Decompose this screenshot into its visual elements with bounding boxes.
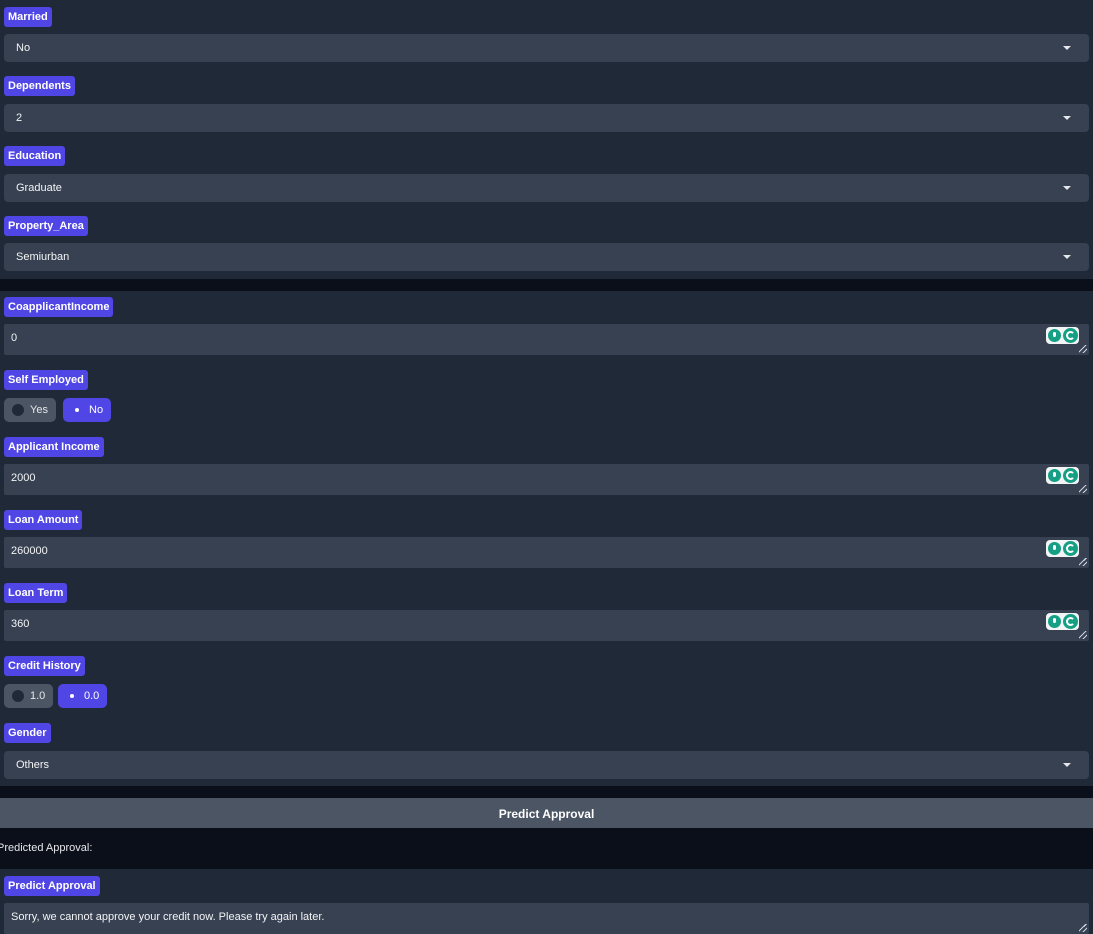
- radio-unchecked-icon: [12, 690, 24, 702]
- coapplicant-income-input[interactable]: 0: [4, 324, 1089, 355]
- predicted-approval-caption: Predicted Approval:: [0, 842, 93, 854]
- chevron-down-icon: [1063, 46, 1071, 50]
- radio-checked-icon: [66, 690, 78, 702]
- grammarly-g-icon: [1063, 614, 1078, 629]
- output-label: Predict Approval: [4, 876, 100, 896]
- education-value: Graduate: [16, 182, 62, 194]
- radio-checked-icon: [71, 404, 83, 416]
- chevron-down-icon: [1063, 763, 1071, 767]
- dependents-label: Dependents: [4, 76, 75, 96]
- property-area-value: Semiurban: [16, 251, 70, 263]
- applicant-income-input[interactable]: 2000: [4, 464, 1089, 495]
- grammarly-icon[interactable]: [1046, 327, 1079, 344]
- loan-amount-input[interactable]: 260000: [4, 537, 1089, 568]
- grammarly-icon[interactable]: [1046, 613, 1079, 630]
- grammarly-icon[interactable]: [1046, 467, 1079, 484]
- grammarly-g-icon: [1063, 541, 1078, 556]
- grammarly-g-icon: [1063, 328, 1078, 343]
- chevron-down-icon: [1063, 116, 1071, 120]
- coapplicant-income-value: 0: [11, 332, 18, 344]
- resize-handle-icon[interactable]: [1079, 345, 1087, 353]
- resize-handle-icon[interactable]: [1079, 631, 1087, 639]
- dependents-value: 2: [16, 112, 23, 124]
- applicant-income-label: Applicant Income: [4, 437, 104, 457]
- credit-history-1-label: 1.0: [30, 690, 46, 702]
- loan-term-value: 360: [11, 618, 30, 630]
- chevron-down-icon: [1063, 255, 1071, 259]
- output-value: Sorry, we cannot approve your credit now…: [11, 911, 325, 923]
- lightbulb-icon: [1048, 329, 1061, 342]
- radio-unchecked-icon: [12, 404, 24, 416]
- applicant-income-value: 2000: [11, 472, 36, 484]
- grammarly-icon[interactable]: [1046, 540, 1079, 557]
- loan-amount-label: Loan Amount: [4, 510, 83, 530]
- self-employed-no-label: No: [89, 404, 104, 416]
- gender-value: Others: [16, 759, 50, 771]
- output-panel: Predict Approval Sorry, we cannot approv…: [0, 869, 1093, 934]
- dependents-dropdown[interactable]: 2: [4, 104, 1089, 132]
- gender-dropdown[interactable]: Others: [4, 751, 1089, 779]
- married-dropdown[interactable]: No: [4, 34, 1089, 62]
- self-employed-label: Self Employed: [4, 370, 88, 390]
- lightbulb-icon: [1048, 469, 1061, 482]
- predict-approval-button[interactable]: Predict Approval: [0, 798, 1093, 828]
- gender-label: Gender: [4, 723, 51, 743]
- loan-term-label: Loan Term: [4, 583, 68, 603]
- categorical-panel: Married No Dependents 2 Education Gradua…: [0, 0, 1093, 279]
- numeric-panel: CoapplicantIncome 0 Self Employed Yes No…: [0, 291, 1093, 786]
- lightbulb-icon: [1048, 542, 1061, 555]
- married-label: Married: [4, 7, 52, 27]
- credit-history-label: Credit History: [4, 656, 85, 676]
- output-textbox[interactable]: Sorry, we cannot approve your credit now…: [4, 903, 1089, 934]
- resize-handle-icon[interactable]: [1079, 485, 1087, 493]
- education-label: Education: [4, 146, 66, 166]
- credit-history-0-label: 0.0: [84, 690, 100, 702]
- chevron-down-icon: [1063, 186, 1071, 190]
- resize-handle-icon[interactable]: [1079, 924, 1087, 932]
- grammarly-g-icon: [1063, 468, 1078, 483]
- loan-amount-value: 260000: [11, 545, 48, 557]
- self-employed-option-yes[interactable]: Yes: [4, 398, 56, 422]
- credit-history-option-1[interactable]: 1.0: [4, 684, 54, 708]
- loan-term-input[interactable]: 360: [4, 610, 1089, 641]
- coapplicant-income-label: CoapplicantIncome: [4, 297, 114, 317]
- self-employed-option-no[interactable]: No: [63, 398, 112, 422]
- credit-history-option-0[interactable]: 0.0: [58, 684, 108, 708]
- education-dropdown[interactable]: Graduate: [4, 174, 1089, 202]
- property-area-dropdown[interactable]: Semiurban: [4, 243, 1089, 271]
- married-value: No: [16, 42, 31, 54]
- resize-handle-icon[interactable]: [1079, 558, 1087, 566]
- lightbulb-icon: [1048, 615, 1061, 628]
- self-employed-yes-label: Yes: [30, 404, 48, 416]
- property-area-label: Property_Area: [4, 216, 88, 236]
